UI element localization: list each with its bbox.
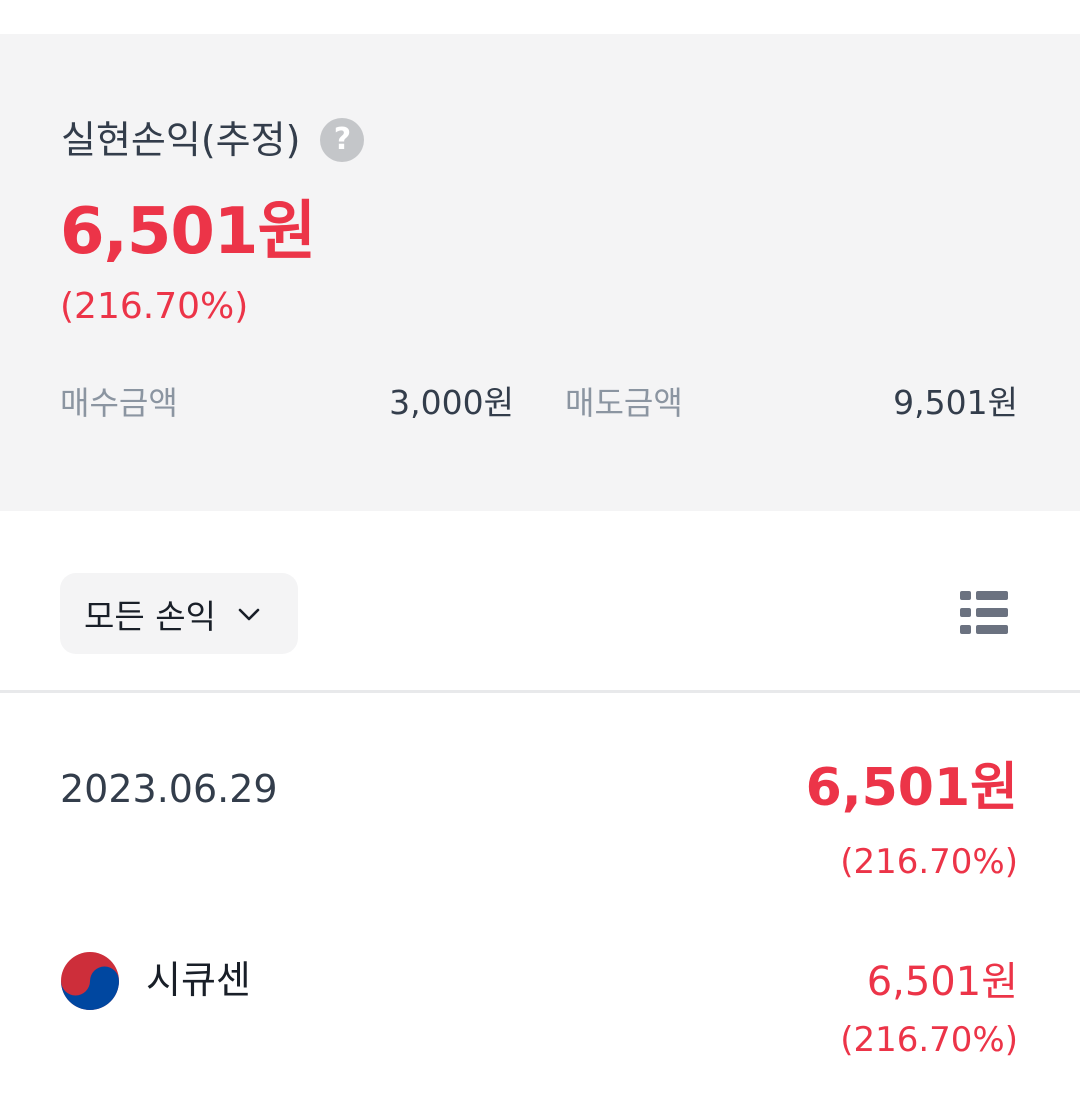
summary-amount: 6,501원 [60, 195, 316, 269]
stock-pnl-amount: 6,501원 [866, 959, 1018, 1005]
stock-pnl-rate: (216.70%) [840, 1020, 1018, 1060]
day-pnl-amount: 6,501원 [805, 758, 1018, 818]
section-divider [0, 690, 1080, 693]
realized-pnl-summary [0, 34, 1080, 511]
korea-flag-icon [61, 952, 119, 1010]
sell-amount-label: 매도금액 [565, 384, 683, 422]
buy-amount-label: 매수금액 [60, 384, 178, 422]
stock-name[interactable]: 시큐센 [146, 954, 251, 1006]
buy-amount-value: 3,000원 [389, 383, 514, 422]
list-view-icon[interactable] [958, 588, 1010, 638]
sell-amount-value: 9,501원 [893, 383, 1018, 422]
filter-dropdown-button[interactable]: 모든 손익 [60, 573, 298, 654]
filter-label: 모든 손익 [84, 596, 216, 636]
chevron-down-icon [238, 608, 260, 620]
summary-title-row: 실현손익(추정) ? [61, 112, 365, 168]
day-pnl-rate: (216.70%) [840, 842, 1018, 882]
question-mark-icon[interactable]: ? [320, 118, 365, 162]
trade-date: 2023.06.29 [60, 767, 278, 811]
summary-rate: (216.70%) [60, 286, 249, 327]
summary-title: 실현손익(추정) [61, 118, 301, 162]
